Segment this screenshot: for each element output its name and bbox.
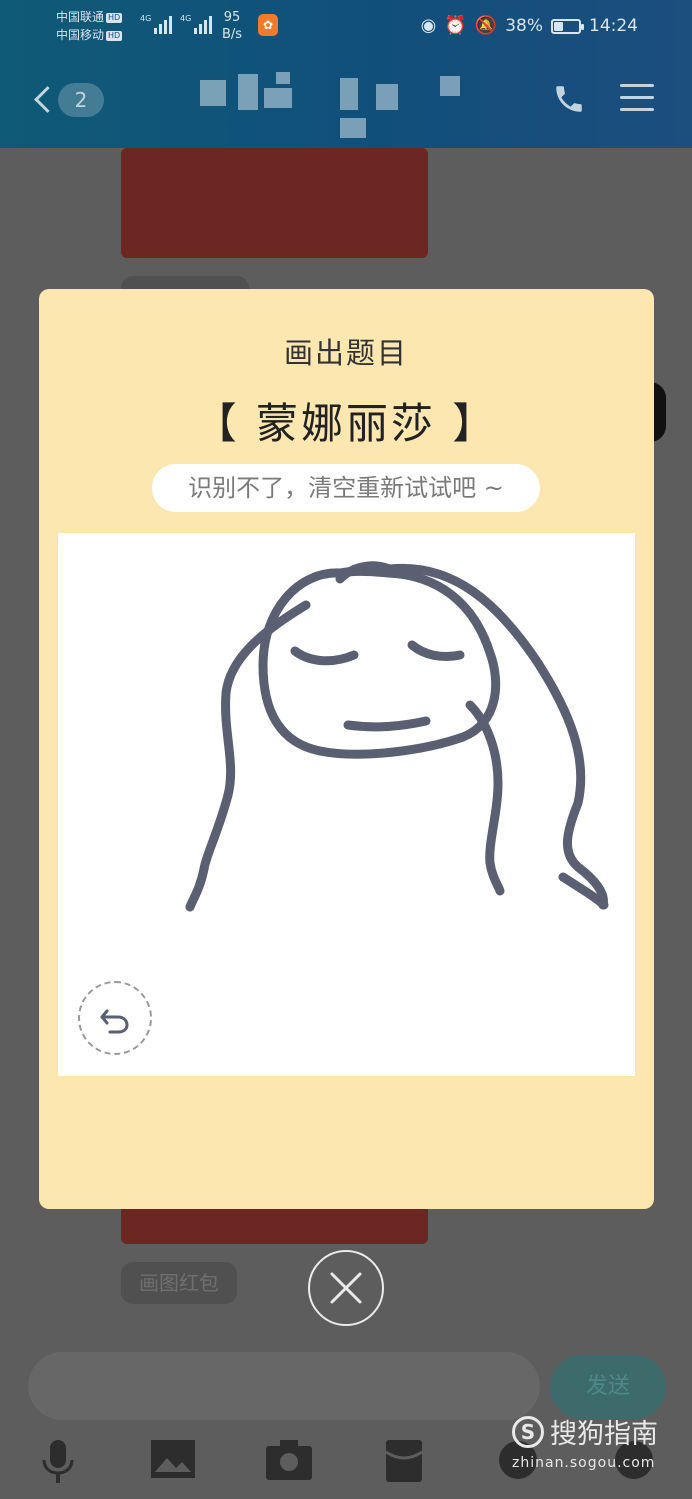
clock: 14:24 [589, 16, 638, 36]
network-type-1: 4G [140, 14, 152, 23]
carrier-info: 中国联通 HD 中国移动 HD [56, 8, 123, 44]
back-icon [34, 86, 61, 113]
recognition-hint: 识别不了，清空重新试试吧 ~ [152, 464, 540, 512]
undo-button[interactable] [78, 981, 152, 1055]
phone-icon[interactable] [552, 82, 586, 116]
message-input[interactable] [28, 1352, 540, 1420]
top-bar: 中国联通 HD 中国移动 HD 4G 4G 95 B/s ✿ ◉ ⏰ 🔕 38% 1… [0, 0, 692, 148]
sogou-logo-icon: S [512, 1415, 544, 1448]
menu-icon[interactable] [620, 84, 654, 114]
watermark-brand: 搜狗指南 [550, 1419, 658, 1450]
hd-badge: HD [106, 13, 123, 23]
carrier-mobile: 中国移动 [56, 28, 105, 42]
close-icon [330, 1272, 362, 1304]
drawing-canvas[interactable] [58, 533, 635, 1076]
battery-icon [551, 18, 584, 34]
signal-icon-1 [154, 14, 172, 34]
microphone-icon[interactable] [40, 1440, 76, 1484]
image-icon[interactable] [151, 1440, 195, 1480]
battery-percent: 38% [505, 16, 543, 36]
send-button[interactable]: 发送 [550, 1355, 666, 1419]
network-speed: 95 B/s [222, 9, 242, 43]
eye-icon: ◉ [420, 15, 437, 36]
speed-unit: B/s [222, 27, 243, 42]
hd-badge-2: HD [106, 31, 123, 41]
prompt-word: 【 蒙娜丽莎 】 [194, 399, 498, 448]
uc-browser-icon: ✿ [258, 14, 278, 36]
unread-count-badge: 2 [58, 83, 104, 117]
carrier-unicom: 中国联通 [56, 10, 105, 24]
signal-icon-2 [194, 14, 212, 34]
red-packet-icon[interactable] [386, 1440, 422, 1482]
battery-level [554, 21, 564, 31]
speed-value: 95 [223, 10, 241, 25]
network-type-2: 4G [180, 14, 192, 23]
close-dialog-button[interactable] [308, 1250, 384, 1326]
dialog-title: 画出题目 [283, 336, 408, 370]
red-packet-card[interactable] [121, 148, 428, 258]
sogou-watermark: S 搜狗指南 zhinan.sogou.com [512, 1412, 658, 1471]
back-button[interactable]: 2 [28, 80, 108, 120]
status-right: ◉ ⏰ 🔕 38% 14:24 [420, 15, 638, 37]
watermark-url: zhinan.sogou.com [512, 1455, 656, 1471]
mute-bell-icon: 🔕 [474, 15, 498, 36]
camera-icon[interactable] [266, 1440, 312, 1480]
chip-draw-red-packet: 画图红包 [121, 1262, 237, 1304]
undo-icon [100, 1009, 129, 1034]
alarm-icon: ⏰ [444, 15, 467, 36]
